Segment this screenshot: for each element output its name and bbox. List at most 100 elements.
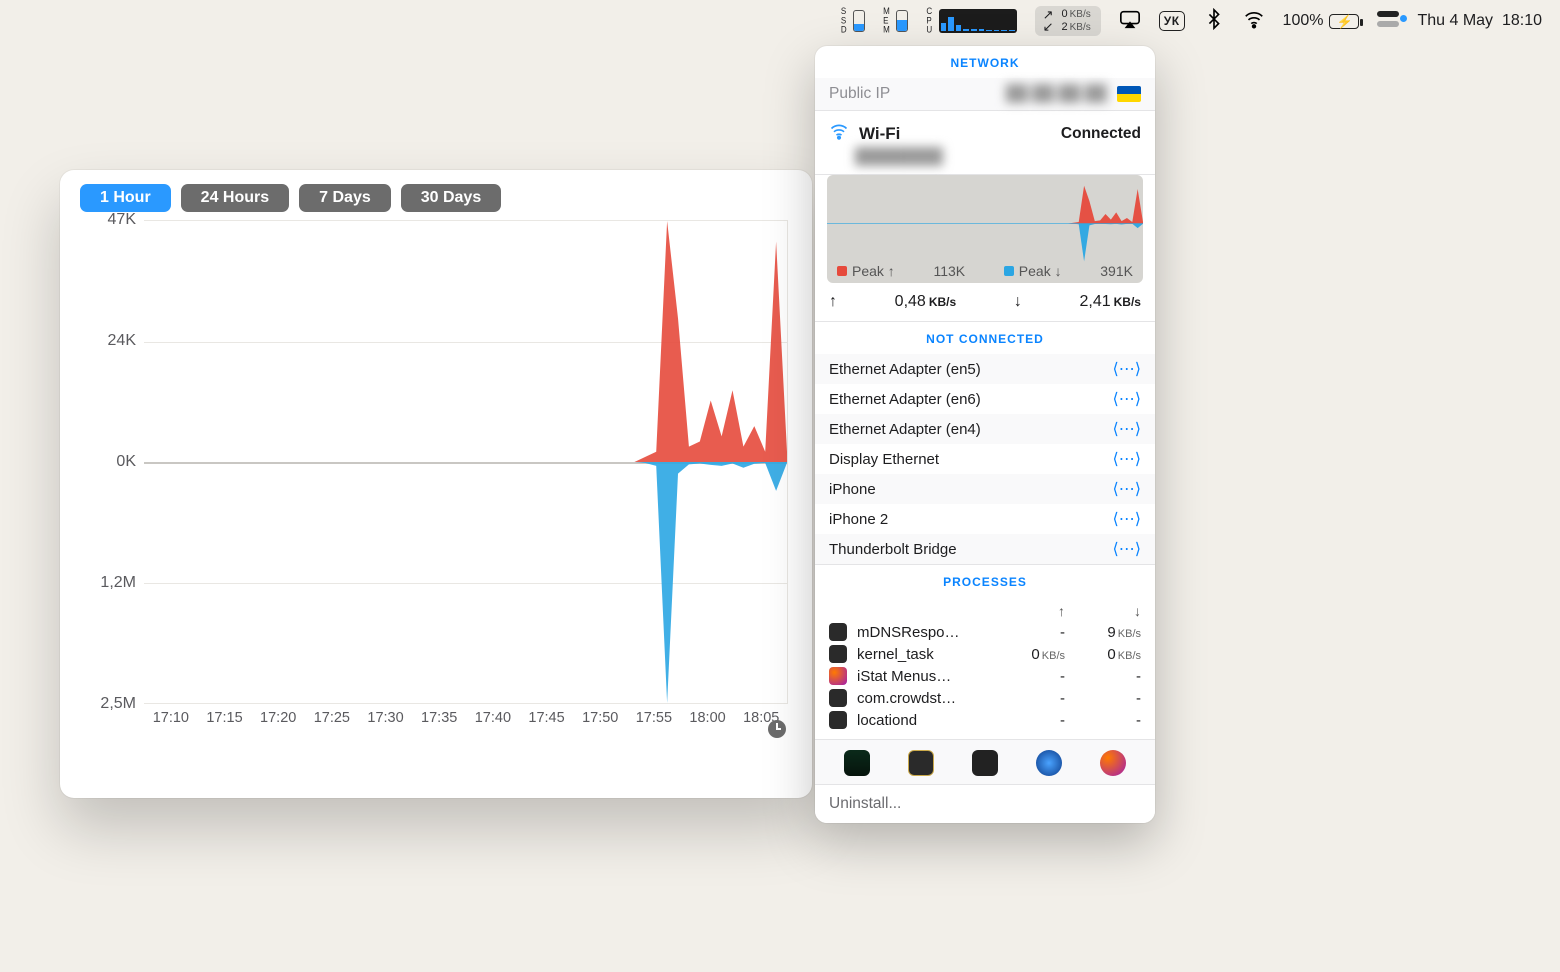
- clock[interactable]: Thu 4 May 18:10: [1417, 12, 1542, 30]
- process-icon: [829, 645, 847, 663]
- wifi-icon[interactable]: [1243, 8, 1265, 35]
- section-network-title: NETWORK: [815, 46, 1155, 78]
- tab-7-days[interactable]: 7 Days: [299, 184, 391, 212]
- plot-area: [144, 220, 788, 704]
- process-icon: [829, 667, 847, 685]
- interface-name: Display Ethernet: [829, 451, 939, 468]
- wifi-status: Connected: [1061, 125, 1141, 143]
- process-row[interactable]: kernel_task 0KB/s 0KB/s: [829, 643, 1141, 665]
- process-name: com.crowdst…: [857, 690, 989, 707]
- process-name: iStat Menus…: [857, 668, 989, 685]
- process-row[interactable]: com.crowdst… - -: [829, 687, 1141, 709]
- y-axis-labels: 47K 24K 0K 1,2M 2,5M: [80, 220, 144, 704]
- wifi-mini-chart: Peak ↑ 113K Peak ↓ 391K: [827, 175, 1143, 283]
- process-download: 0KB/s: [1071, 646, 1141, 663]
- time-range-tabs: 1 Hour 24 Hours 7 Days 30 Days: [80, 184, 792, 212]
- process-row[interactable]: mDNSRespo… - 9KB/s: [829, 621, 1141, 643]
- col-upload-icon: ↑: [995, 603, 1065, 619]
- process-download: -: [1071, 712, 1141, 729]
- not-connected-item[interactable]: iPhone ⟨⋯⟩: [815, 474, 1155, 504]
- process-name: kernel_task: [857, 646, 989, 663]
- interface-status-icon: ⟨⋯⟩: [1113, 449, 1141, 469]
- flag-ukraine-icon: [1117, 86, 1141, 102]
- cpu-graph-icon: [939, 9, 1017, 33]
- public-ip-value: ██.██.██.██: [1006, 85, 1107, 102]
- process-upload: 0KB/s: [995, 646, 1065, 663]
- interface-status-icon: ⟨⋯⟩: [1113, 419, 1141, 439]
- input-source[interactable]: УК: [1159, 11, 1185, 31]
- ssd-label: SSD: [841, 7, 847, 35]
- x-axis-labels: 17:1017:15 17:2017:25 17:3017:35 17:4017…: [144, 710, 788, 740]
- mem-indicator[interactable]: MEM: [883, 9, 908, 33]
- not-connected-item[interactable]: iPhone 2 ⟨⋯⟩: [815, 504, 1155, 534]
- network-chart: 47K 24K 0K 1,2M 2,5M 17:1017:15 17:2017:…: [80, 220, 792, 740]
- battery-percent: 100%: [1283, 12, 1324, 30]
- wifi-rates: ↑ 0,48KB/s ↓ 2,41KB/s: [815, 283, 1155, 321]
- app-console-icon[interactable]: [908, 750, 934, 776]
- interface-status-icon: ⟨⋯⟩: [1113, 509, 1141, 529]
- download-arrow-icon: ↓: [1014, 293, 1022, 311]
- network-menu-item[interactable]: ↗↙ 0KB/s 2KB/s: [1035, 6, 1101, 36]
- process-name: locationd: [857, 712, 989, 729]
- cpu-indicator[interactable]: CPU: [926, 9, 1016, 33]
- process-name: mDNSRespo…: [857, 624, 989, 641]
- process-icon: [829, 711, 847, 729]
- interface-name: Ethernet Adapter (en6): [829, 391, 981, 408]
- process-upload: -: [995, 690, 1065, 707]
- not-connected-item[interactable]: Display Ethernet ⟨⋯⟩: [815, 444, 1155, 474]
- interface-status-icon: ⟨⋯⟩: [1113, 389, 1141, 409]
- upload-arrow-icon: ↑: [829, 293, 837, 311]
- net-arrows-icon: ↗↙: [1043, 9, 1054, 33]
- menubar: SSD MEM CPU ↗↙ 0KB/s 2KB/s УК 100% ⚡: [0, 0, 1560, 42]
- battery-icon: ⚡: [1329, 14, 1359, 29]
- bluetooth-icon[interactable]: [1203, 8, 1225, 35]
- process-download: -: [1071, 668, 1141, 685]
- app-istat-menus-icon[interactable]: [1100, 750, 1126, 776]
- battery-status[interactable]: 100% ⚡: [1283, 12, 1360, 30]
- process-icon: [829, 689, 847, 707]
- section-processes-title: PROCESSES: [815, 565, 1155, 597]
- app-terminal-icon[interactable]: [972, 750, 998, 776]
- not-connected-item[interactable]: Thunderbolt Bridge ⟨⋯⟩: [815, 534, 1155, 564]
- processes-table: ↑ ↓ mDNSRespo… - 9KB/s kernel_task 0KB/s…: [815, 597, 1155, 739]
- not-connected-list: Ethernet Adapter (en5) ⟨⋯⟩Ethernet Adapt…: [815, 354, 1155, 564]
- process-upload: -: [995, 712, 1065, 729]
- mem-bar-icon: [896, 10, 908, 32]
- interface-status-icon: ⟨⋯⟩: [1113, 539, 1141, 559]
- airplay-icon[interactable]: [1119, 8, 1141, 35]
- interface-status-icon: ⟨⋯⟩: [1113, 479, 1141, 499]
- app-activity-monitor-icon[interactable]: [844, 750, 870, 776]
- app-network-utility-icon[interactable]: [1036, 750, 1062, 776]
- clock-icon[interactable]: [768, 720, 786, 738]
- quick-launch-row: [815, 739, 1155, 784]
- col-download-icon: ↓: [1071, 603, 1141, 619]
- process-row[interactable]: locationd - -: [829, 709, 1141, 731]
- not-connected-item[interactable]: Ethernet Adapter (en6) ⟨⋯⟩: [815, 384, 1155, 414]
- public-ip-row: Public IP ██.██.██.██: [815, 78, 1155, 110]
- process-download: 9KB/s: [1071, 624, 1141, 641]
- control-center-icon[interactable]: [1377, 11, 1399, 32]
- not-connected-item[interactable]: Ethernet Adapter (en4) ⟨⋯⟩: [815, 414, 1155, 444]
- section-not-connected-title: NOT CONNECTED: [815, 322, 1155, 354]
- interface-name: Thunderbolt Bridge: [829, 541, 957, 558]
- interface-name: iPhone 2: [829, 511, 888, 528]
- tab-24-hours[interactable]: 24 Hours: [181, 184, 289, 212]
- wifi-name: Wi-Fi: [859, 124, 900, 144]
- wifi-icon: [829, 121, 849, 146]
- wifi-row[interactable]: Wi-Fi Connected: [815, 111, 1155, 148]
- process-row[interactable]: iStat Menus… - -: [829, 665, 1141, 687]
- interface-name: Ethernet Adapter (en4): [829, 421, 981, 438]
- tab-1-hour[interactable]: 1 Hour: [80, 184, 171, 212]
- process-upload: -: [995, 668, 1065, 685]
- ssd-indicator[interactable]: SSD: [841, 9, 865, 33]
- mem-label: MEM: [883, 7, 890, 35]
- tab-30-days[interactable]: 30 Days: [401, 184, 502, 212]
- network-popover: NETWORK Public IP ██.██.██.██ Wi-Fi Conn…: [815, 46, 1155, 823]
- uninstall-button[interactable]: Uninstall...: [815, 784, 1155, 823]
- net-rates: 0KB/s 2KB/s: [1062, 8, 1091, 34]
- process-download: -: [1071, 690, 1141, 707]
- ssd-bar-icon: [853, 10, 865, 32]
- wifi-ssid: ████████: [855, 148, 943, 165]
- not-connected-item[interactable]: Ethernet Adapter (en5) ⟨⋯⟩: [815, 354, 1155, 384]
- interface-name: Ethernet Adapter (en5): [829, 361, 981, 378]
